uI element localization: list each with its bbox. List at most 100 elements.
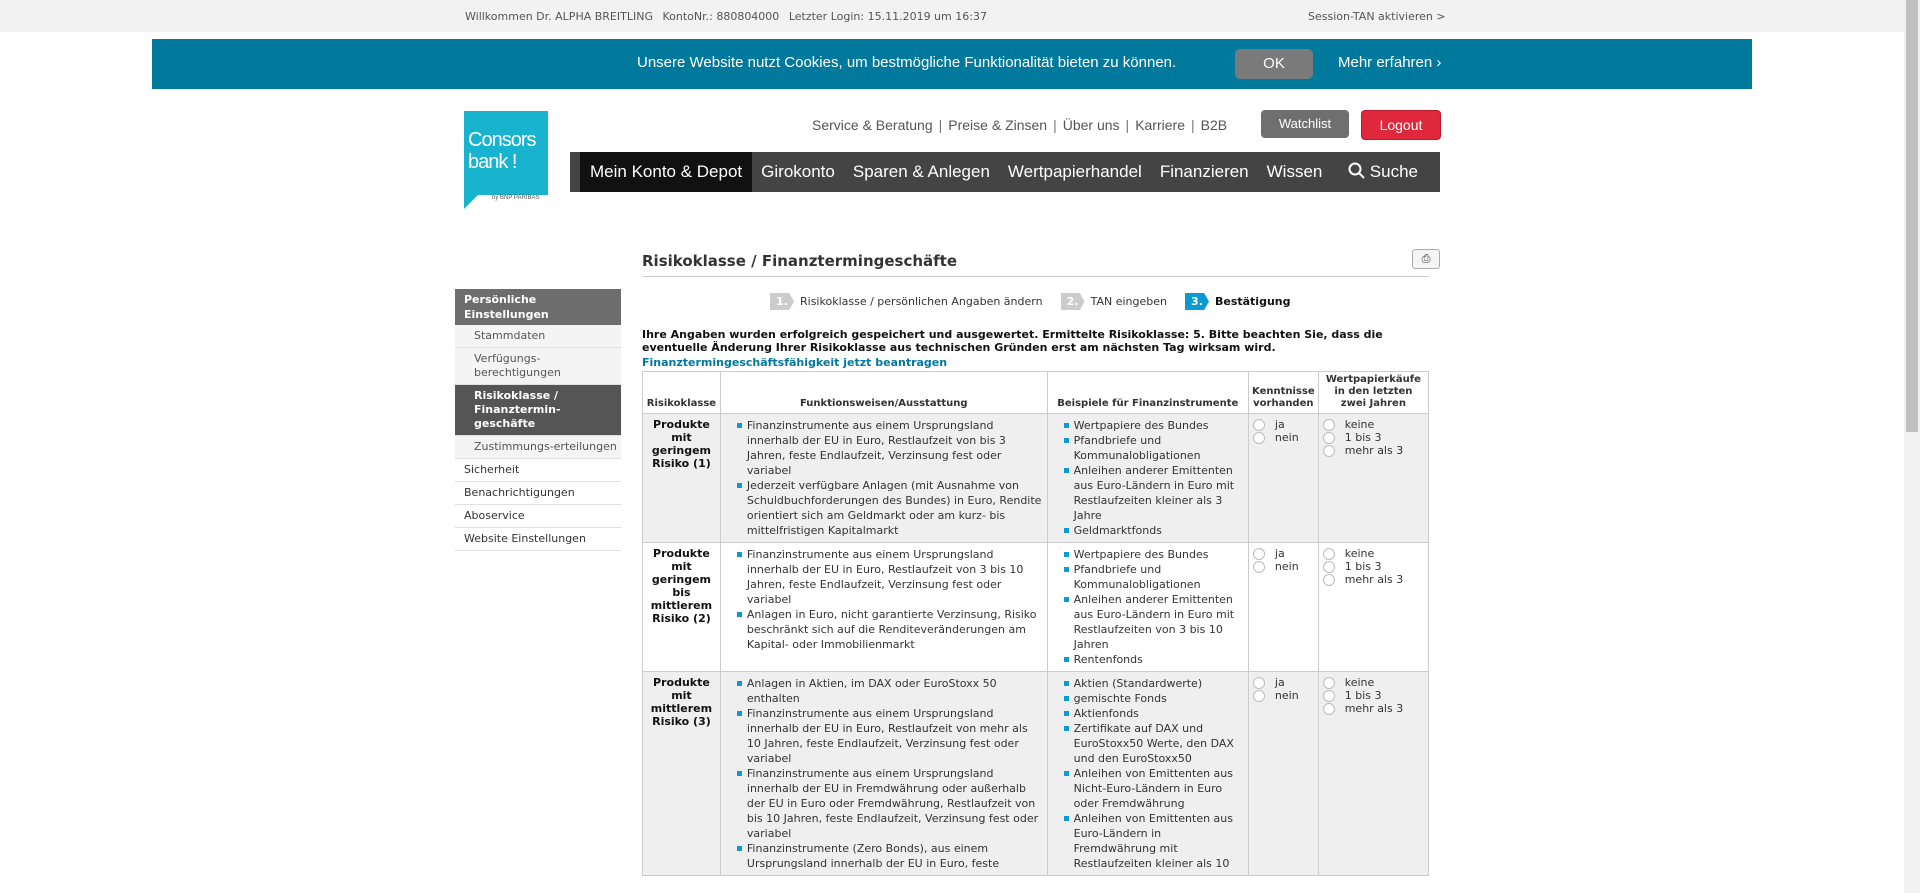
radio-ja[interactable] — [1252, 676, 1265, 689]
radio-nein[interactable] — [1252, 689, 1265, 702]
radio-mehr-als-3[interactable] — [1322, 444, 1335, 457]
radio-mehr-als-3[interactable] — [1322, 702, 1335, 715]
cookie-message: Unsere Website nutzt Cookies, um bestmög… — [637, 54, 1177, 71]
radio-keine[interactable] — [1322, 547, 1335, 560]
sidebar-item-stammdaten[interactable]: Stammdaten — [455, 325, 621, 348]
cookie-more-link[interactable]: Mehr erfahren › — [1338, 54, 1441, 71]
sidebar-item-risikoklasse[interactable]: Risikoklasse / Finanztermin-geschäfte — [455, 385, 621, 436]
feature-item: Finanzinstrumente (Zero Bonds), aus eine… — [736, 841, 1043, 871]
prices-link[interactable]: Preise & Zinsen — [948, 117, 1047, 133]
radio-label: ja — [1274, 547, 1285, 560]
apply-futures-link[interactable]: Finanztermingeschäftsfähigkeit jetzt bea… — [642, 356, 1429, 369]
example-item: Pfandbriefe und Kommunalobligationen — [1063, 562, 1244, 592]
cookie-ok-button[interactable]: OK — [1235, 49, 1313, 79]
radio-nein[interactable] — [1252, 560, 1265, 573]
example-item: Geldmarktfonds — [1063, 523, 1244, 538]
radio-label: ja — [1274, 676, 1285, 689]
radio-keine[interactable] — [1322, 418, 1335, 431]
main-content: Risikoklasse / Finanztermingeschäfte ⎙ 1… — [642, 249, 1440, 876]
sidebar-item-zustimmung[interactable]: Zustimmungs-erteilungen — [455, 436, 621, 459]
radio-1-bis-3[interactable] — [1322, 560, 1335, 573]
main-nav: Mein Konto & Depot Girokonto Sparen & An… — [570, 152, 1440, 192]
examples-cell: Wertpapiere des Bundes Pfandbriefe und K… — [1046, 542, 1249, 672]
step-2: 2. TAN eingeben — [1060, 293, 1167, 310]
example-item: Aktien (Standardwerte) — [1063, 676, 1244, 691]
scrollbar-thumb[interactable] — [1906, 0, 1918, 432]
about-link[interactable]: Über uns — [1063, 117, 1120, 133]
feature-item: Finanzinstrumente aus einem Ursprungslan… — [736, 418, 1043, 478]
radio-label: 1 bis 3 — [1344, 689, 1382, 702]
radio-label: keine — [1344, 418, 1375, 431]
radio-label: keine — [1344, 676, 1375, 689]
purchases-cell: keine 1 bis 3 mehr als 3 — [1317, 671, 1430, 876]
purchases-cell: keine 1 bis 3 mehr als 3 — [1317, 413, 1430, 543]
career-link[interactable]: Karriere — [1135, 117, 1185, 133]
logout-button[interactable]: Logout — [1361, 110, 1441, 140]
sidebar-head-persoenliche[interactable]: Persönliche Einstellungen — [455, 289, 621, 325]
radio-label: nein — [1274, 560, 1299, 573]
print-button[interactable]: ⎙ — [1412, 249, 1440, 269]
sidebar-item-verfuegung[interactable]: Verfügungs-berechtigungen — [455, 348, 621, 385]
radio-mehr-als-3[interactable] — [1322, 573, 1335, 586]
logo-tail — [464, 195, 478, 209]
radio-keine[interactable] — [1322, 676, 1335, 689]
table-row: Produkte mit geringem bis mittlerem Risi… — [642, 542, 1430, 672]
header-kenntnisse: Kenntnisse vorhanden — [1247, 371, 1319, 414]
radio-label: mehr als 3 — [1344, 702, 1404, 715]
nav-mein-konto[interactable]: Mein Konto & Depot — [580, 152, 753, 192]
sidebar-item-sicherheit[interactable]: Sicherheit — [455, 459, 621, 482]
radio-1-bis-3[interactable] — [1322, 431, 1335, 444]
radio-label: nein — [1274, 689, 1299, 702]
top-info-bar: Willkommen Dr. ALPHA BREITLING KontoNr.:… — [0, 0, 1904, 32]
step-3: 3. Bestätigung — [1184, 293, 1290, 310]
feature-item: Finanzinstrumente aus einem Ursprungslan… — [736, 706, 1043, 766]
sidebar-item-aboservice[interactable]: Aboservice — [455, 505, 621, 528]
nav-girokonto[interactable]: Girokonto — [752, 152, 844, 192]
features-cell: Finanzinstrumente aus einem Ursprungslan… — [719, 413, 1048, 543]
risk-class-cell: Produkte mit geringem Risiko (1) — [642, 413, 721, 543]
example-item: Rentenfonds — [1063, 652, 1244, 667]
examples-cell: Wertpapiere des Bundes Pfandbriefe und K… — [1046, 413, 1249, 543]
example-item: Aktienfonds — [1063, 706, 1244, 721]
success-notice: Ihre Angaben wurden erfolgreich gespeich… — [642, 328, 1383, 354]
header-beispiele: Beispiele für Finanzinstrumente — [1046, 371, 1249, 414]
radio-1-bis-3[interactable] — [1322, 689, 1335, 702]
session-tan-link[interactable]: Session-TAN aktivieren > — [1308, 10, 1446, 23]
radio-ja[interactable] — [1252, 418, 1265, 431]
example-item: gemischte Fonds — [1063, 691, 1244, 706]
example-item: Wertpapiere des Bundes — [1063, 547, 1244, 562]
chevron-right-icon: › — [1436, 54, 1442, 71]
risk-class-cell: Produkte mit mittlerem Risiko (3) — [642, 671, 721, 876]
radio-nein[interactable] — [1252, 431, 1265, 444]
example-item: Anleihen von Emittenten aus Nicht-Euro-L… — [1063, 766, 1244, 811]
header-funktionsweisen: Funktionsweisen/Ausstattung — [719, 371, 1048, 414]
risk-class-table: Risikoklasse Funktionsweisen/Ausstattung… — [642, 371, 1430, 876]
sidebar-item-website[interactable]: Website Einstellungen — [455, 528, 621, 551]
knowledge-cell: ja nein — [1247, 671, 1319, 876]
service-nav: Service & Beratung | Preise & Zinsen | Über … — [812, 117, 1228, 133]
header-wertpapierkaeufe: Wertpapierkäufe in den letzten zwei Jahr… — [1317, 371, 1430, 414]
cookie-banner: Unsere Website nutzt Cookies, um bestmög… — [152, 39, 1752, 89]
radio-label: 1 bis 3 — [1344, 560, 1382, 573]
radio-ja[interactable] — [1252, 547, 1265, 560]
nav-finanzieren[interactable]: Finanzieren — [1151, 152, 1258, 192]
sidebar-item-benachrichtigungen[interactable]: Benachrichtigungen — [455, 482, 621, 505]
b2b-link[interactable]: B2B — [1201, 117, 1227, 133]
nav-sparen[interactable]: Sparen & Anlegen — [844, 152, 999, 192]
risk-class-cell: Produkte mit geringem bis mittlerem Risi… — [642, 542, 721, 672]
radio-label: 1 bis 3 — [1344, 431, 1382, 444]
search-button[interactable]: Suche — [1348, 152, 1440, 192]
search-label: Suche — [1369, 162, 1418, 181]
logo-byline: by BNP PARIBAS — [492, 195, 540, 201]
welcome-text: Willkommen Dr. ALPHA BREITLING — [465, 10, 653, 23]
table-row: Produkte mit geringem Risiko (1) Finanzi… — [642, 413, 1430, 543]
step-label: TAN eingeben — [1090, 295, 1167, 308]
radio-label: keine — [1344, 547, 1375, 560]
watchlist-button[interactable]: Watchlist — [1261, 110, 1349, 138]
radio-label: mehr als 3 — [1344, 573, 1404, 586]
nav-wertpapierhandel[interactable]: Wertpapierhandel — [999, 152, 1151, 192]
radio-label: mehr als 3 — [1344, 444, 1404, 457]
service-link[interactable]: Service & Beratung — [812, 117, 933, 133]
consorsbank-logo[interactable]: Consors bank ! by BNP PARIBAS — [464, 111, 548, 209]
nav-wissen[interactable]: Wissen — [1258, 152, 1332, 192]
